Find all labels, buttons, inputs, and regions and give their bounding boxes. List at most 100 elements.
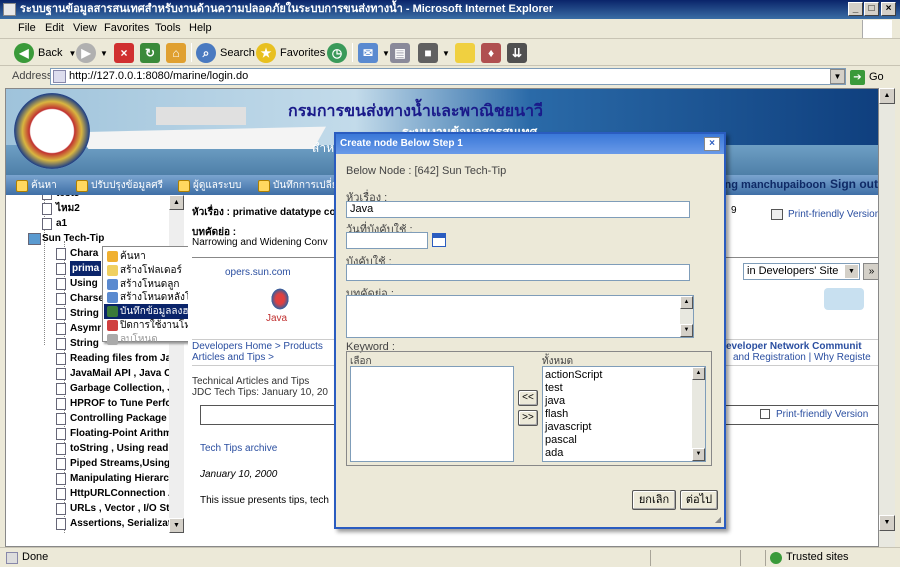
maximize-button[interactable]: □ bbox=[864, 2, 879, 16]
keyword-option[interactable]: flash bbox=[543, 408, 705, 421]
cancel-button[interactable]: ยกเลิก bbox=[632, 490, 676, 510]
menu-favorites[interactable]: Favorites bbox=[104, 22, 149, 34]
favorites-button[interactable]: ★ Favorites bbox=[256, 42, 325, 64]
move-right-button[interactable]: >> bbox=[518, 410, 538, 426]
history-button[interactable]: ◷ bbox=[327, 42, 351, 64]
scroll-up-icon[interactable]: ▲ bbox=[169, 195, 184, 210]
ie-icon bbox=[3, 3, 16, 16]
research-icon: ⇊ bbox=[507, 43, 527, 63]
page-scrollbar[interactable]: ▲ ▼ bbox=[879, 88, 895, 547]
forward-button[interactable]: ▶ ▼ bbox=[76, 42, 108, 64]
folder-icon bbox=[28, 233, 41, 245]
effective-date-input[interactable] bbox=[346, 232, 428, 249]
subject-input[interactable]: Java bbox=[346, 201, 690, 218]
print-button[interactable]: ▤ bbox=[390, 42, 414, 64]
window-title-bar: ระบบฐานข้อมูลสารสนเทศสำหรับงานด้านความปล… bbox=[0, 0, 900, 19]
menu-edit[interactable]: Edit bbox=[45, 22, 64, 34]
move-left-button[interactable]: << bbox=[518, 390, 538, 406]
address-bar: Address http://127.0.0.1:8080/marine/log… bbox=[0, 66, 900, 86]
calendar-icon[interactable] bbox=[432, 233, 446, 247]
keyword-option[interactable]: test bbox=[543, 382, 705, 395]
sign-out-link[interactable]: Sign out bbox=[830, 177, 878, 191]
menu-bar: File Edit View Favorites Tools Help bbox=[0, 19, 900, 39]
status-text: Done bbox=[22, 551, 49, 563]
context-menu-label: สร้างโหนดลูก bbox=[120, 278, 180, 290]
address-dropdown-button[interactable]: ▼ bbox=[830, 69, 845, 84]
keyword-option[interactable]: java bbox=[543, 395, 705, 408]
archive-link[interactable]: Tech Tips archive bbox=[200, 443, 277, 454]
nav-log[interactable]: บันทึกการเปลี่ย bbox=[258, 178, 338, 193]
document-icon bbox=[42, 218, 52, 230]
keyword-option[interactable]: actionScript bbox=[543, 369, 705, 382]
menu-item-icon bbox=[107, 264, 118, 276]
menu-item-icon bbox=[107, 320, 118, 331]
status-bar: Done Trusted sites bbox=[0, 547, 900, 567]
dialog-close-button[interactable]: × bbox=[704, 137, 720, 151]
refresh-button[interactable]: ↻ bbox=[140, 42, 164, 64]
print-friendly-link-1[interactable]: Print-friendly Version bbox=[771, 209, 878, 220]
keyword-option[interactable]: javascript bbox=[543, 421, 705, 434]
address-label: Address bbox=[12, 70, 53, 82]
site-select[interactable]: in Developers' Site ▼ bbox=[743, 263, 860, 280]
tree-item-label: URLs , Vector , I/O St bbox=[70, 503, 170, 514]
research-button[interactable]: ⇊ bbox=[507, 42, 531, 64]
breadcrumb[interactable]: Developers Home > Products bbox=[192, 341, 323, 352]
menu-file[interactable]: File bbox=[18, 22, 36, 34]
jdc-heading: JDC Tech Tips: January 10, 20 bbox=[192, 387, 328, 398]
stop-button[interactable]: × bbox=[114, 42, 138, 64]
go-button[interactable]: ➔ Go bbox=[850, 69, 884, 85]
note-icon bbox=[455, 43, 475, 63]
network-text: eveloper Network Communit bbox=[726, 341, 862, 352]
nav-search[interactable]: ค้นหา bbox=[16, 178, 57, 193]
breadcrumb-2[interactable]: Articles and Tips > bbox=[192, 352, 274, 363]
abstract-textarea[interactable]: ▲ ▼ bbox=[346, 295, 694, 338]
nav-admin[interactable]: ผู้ดูแลระบบ bbox=[178, 178, 241, 193]
menu-tools[interactable]: Tools bbox=[155, 22, 181, 34]
mail-button[interactable]: ✉ ▼ bbox=[358, 42, 390, 64]
edit-button[interactable]: ■ ▼ bbox=[418, 42, 450, 64]
tree-item-label: HttpURLConnection A bbox=[70, 488, 176, 499]
next-button[interactable]: ต่อไป bbox=[680, 490, 718, 510]
scroll-up-icon[interactable]: ▲ bbox=[879, 88, 895, 104]
sun-site-link[interactable]: opers.sun.com bbox=[225, 267, 291, 278]
scroll-down-icon[interactable]: ▼ bbox=[879, 515, 895, 531]
tree-item-label: ไหม2 bbox=[56, 203, 80, 214]
content-number: 9 bbox=[731, 205, 737, 216]
print-friendly-link-2[interactable]: Print-friendly Version bbox=[760, 409, 869, 420]
search-icon: ⌕ bbox=[196, 43, 216, 63]
all-keywords-list[interactable]: actionScript test java flash javascript pasca… bbox=[542, 366, 706, 462]
close-window-button[interactable]: × bbox=[881, 2, 896, 16]
nav-update[interactable]: ปรับปรุงข้อมูลศรี bbox=[76, 178, 163, 193]
resize-grip-icon[interactable]: ◢ bbox=[715, 515, 721, 524]
document-icon bbox=[56, 458, 66, 470]
java-logo bbox=[270, 287, 290, 311]
context-menu-label: ลบโหนด bbox=[120, 333, 158, 345]
ship-image bbox=[76, 126, 326, 149]
site-go-button[interactable]: » bbox=[863, 263, 878, 280]
minimize-button[interactable]: _ bbox=[848, 2, 863, 16]
windows-logo-icon bbox=[862, 20, 892, 38]
messenger-button[interactable]: ♦ bbox=[481, 42, 505, 64]
history-icon: ◷ bbox=[327, 43, 347, 63]
printer-icon bbox=[771, 209, 783, 220]
tree-item-label: String bbox=[70, 308, 99, 319]
document-icon bbox=[56, 503, 66, 515]
menu-help[interactable]: Help bbox=[189, 22, 212, 34]
registration-links[interactable]: and Registration | Why Registe bbox=[733, 352, 871, 363]
back-button[interactable]: ◀ Back ▼ bbox=[14, 42, 76, 64]
document-icon bbox=[56, 323, 66, 335]
menu-view[interactable]: View bbox=[73, 22, 97, 34]
home-button[interactable]: ⌂ bbox=[166, 42, 190, 64]
discuss-button[interactable] bbox=[455, 42, 479, 64]
selected-keywords-list[interactable] bbox=[350, 366, 514, 462]
scroll-down-icon[interactable]: ▼ bbox=[169, 518, 184, 533]
tree-item-label: Reading files from Ja bbox=[70, 353, 172, 364]
search-button[interactable]: ⌕ Search bbox=[196, 42, 255, 64]
keyword-option[interactable]: pascal bbox=[543, 434, 705, 447]
address-input[interactable]: http://127.0.0.1:8080/marine/login.do bbox=[50, 68, 846, 85]
document-icon bbox=[42, 195, 52, 200]
enforce-input[interactable] bbox=[346, 264, 690, 281]
tree-item-label: Piped Streams,Using bbox=[70, 458, 171, 469]
department-emblem bbox=[14, 93, 90, 169]
keyword-option[interactable]: ada bbox=[543, 447, 705, 460]
